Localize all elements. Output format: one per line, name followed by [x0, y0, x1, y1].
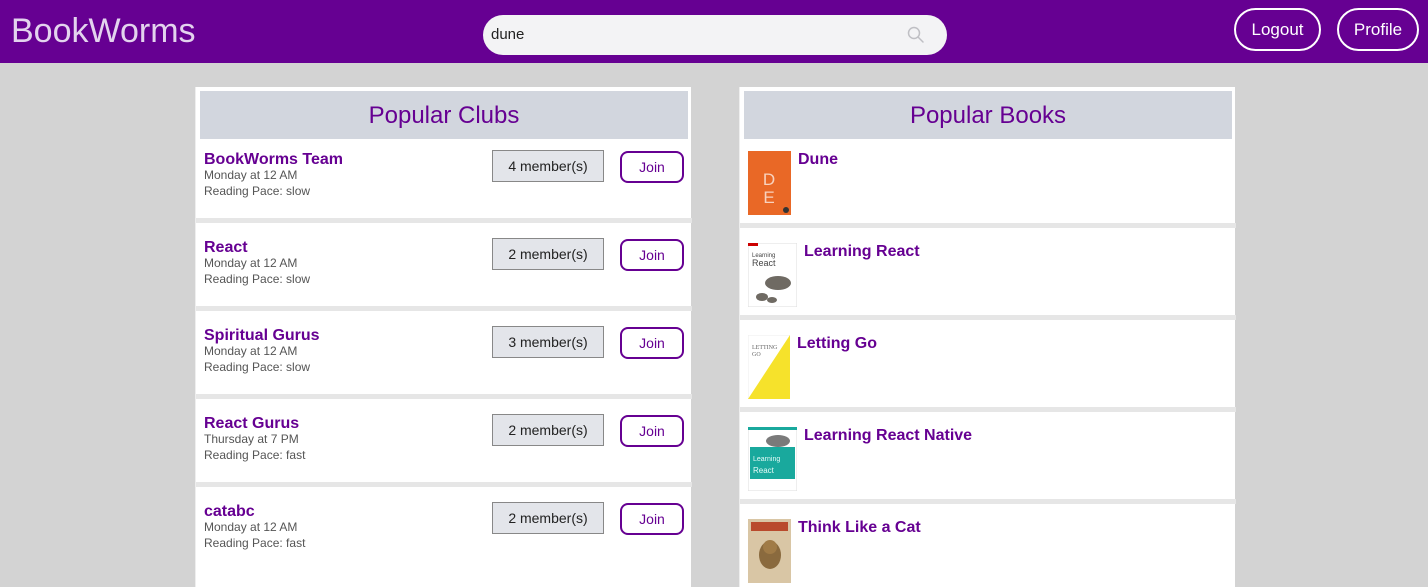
divider	[196, 306, 692, 311]
search-icon[interactable]	[907, 26, 925, 44]
club-reading-pace: Reading Pace: slow	[204, 360, 311, 374]
club-name[interactable]: Spiritual Gurus	[204, 327, 320, 345]
learning-react-cover[interactable]: Learning React	[748, 243, 797, 307]
club-name[interactable]: BookWorms Team	[204, 151, 343, 169]
popular-books-panel: Popular Books D E Dune Learning React Le…	[739, 87, 1236, 587]
think-like-a-cat-cover[interactable]	[748, 519, 791, 583]
svg-text:GO: GO	[752, 352, 761, 358]
svg-text:React: React	[753, 466, 775, 475]
club-schedule: Thursday at 7 PM	[204, 432, 299, 446]
book-title[interactable]: Dune	[798, 151, 838, 169]
join-button[interactable]: Join	[620, 503, 684, 535]
divider	[196, 394, 692, 399]
club-schedule: Monday at 12 AM	[204, 256, 298, 270]
club-name[interactable]: React Gurus	[204, 415, 299, 433]
join-button[interactable]: Join	[620, 239, 684, 271]
svg-text:E: E	[763, 188, 774, 207]
divider	[740, 407, 1236, 412]
join-button[interactable]: Join	[620, 415, 684, 447]
letting-go-cover[interactable]: LETTING GO	[748, 335, 790, 399]
club-reading-pace: Reading Pace: slow	[204, 272, 311, 286]
club-schedule: Monday at 12 AM	[204, 168, 298, 182]
logout-button[interactable]: Logout	[1234, 8, 1321, 51]
club-reading-pace: Reading Pace: slow	[204, 184, 311, 198]
member-count: 4 member(s)	[492, 150, 604, 182]
book-title[interactable]: Think Like a Cat	[798, 519, 921, 537]
club-name[interactable]: catabc	[204, 503, 255, 521]
dune-cover[interactable]: D E	[748, 151, 791, 215]
popular-books-title: Popular Books	[744, 91, 1232, 139]
brand-logo[interactable]: BookWorms	[11, 14, 196, 48]
member-count: 2 member(s)	[492, 238, 604, 270]
member-count: 3 member(s)	[492, 326, 604, 358]
club-schedule: Monday at 12 AM	[204, 520, 298, 534]
popular-clubs-title: Popular Clubs	[200, 91, 688, 139]
book-title[interactable]: Learning React	[804, 243, 920, 261]
join-button[interactable]: Join	[620, 151, 684, 183]
member-count: 2 member(s)	[492, 414, 604, 446]
svg-text:Learning: Learning	[753, 456, 780, 463]
svg-text:React: React	[752, 258, 776, 268]
popular-clubs-panel: Popular Clubs BookWorms Team Monday at 1…	[195, 87, 692, 587]
profile-button[interactable]: Profile	[1337, 8, 1419, 51]
club-schedule: Monday at 12 AM	[204, 344, 298, 358]
join-button[interactable]: Join	[620, 327, 684, 359]
book-title[interactable]: Learning React Native	[804, 427, 972, 445]
club-reading-pace: Reading Pace: fast	[204, 536, 306, 550]
search-input-value: dune	[491, 26, 525, 43]
divider	[740, 499, 1236, 504]
svg-text:D: D	[763, 170, 775, 189]
divider	[196, 482, 692, 487]
member-count: 2 member(s)	[492, 502, 604, 534]
divider	[740, 223, 1236, 228]
club-name[interactable]: React	[204, 239, 248, 257]
club-reading-pace: Reading Pace: fast	[204, 448, 306, 462]
divider	[196, 218, 692, 223]
book-title[interactable]: Letting Go	[797, 335, 877, 353]
learning-react-native-cover[interactable]: Learning React	[748, 427, 797, 491]
top-navbar: BookWorms dune Logout Profile	[0, 0, 1428, 63]
search-input[interactable]: dune	[483, 15, 947, 55]
divider	[740, 315, 1236, 320]
svg-text:LETTING: LETTING	[752, 345, 778, 351]
